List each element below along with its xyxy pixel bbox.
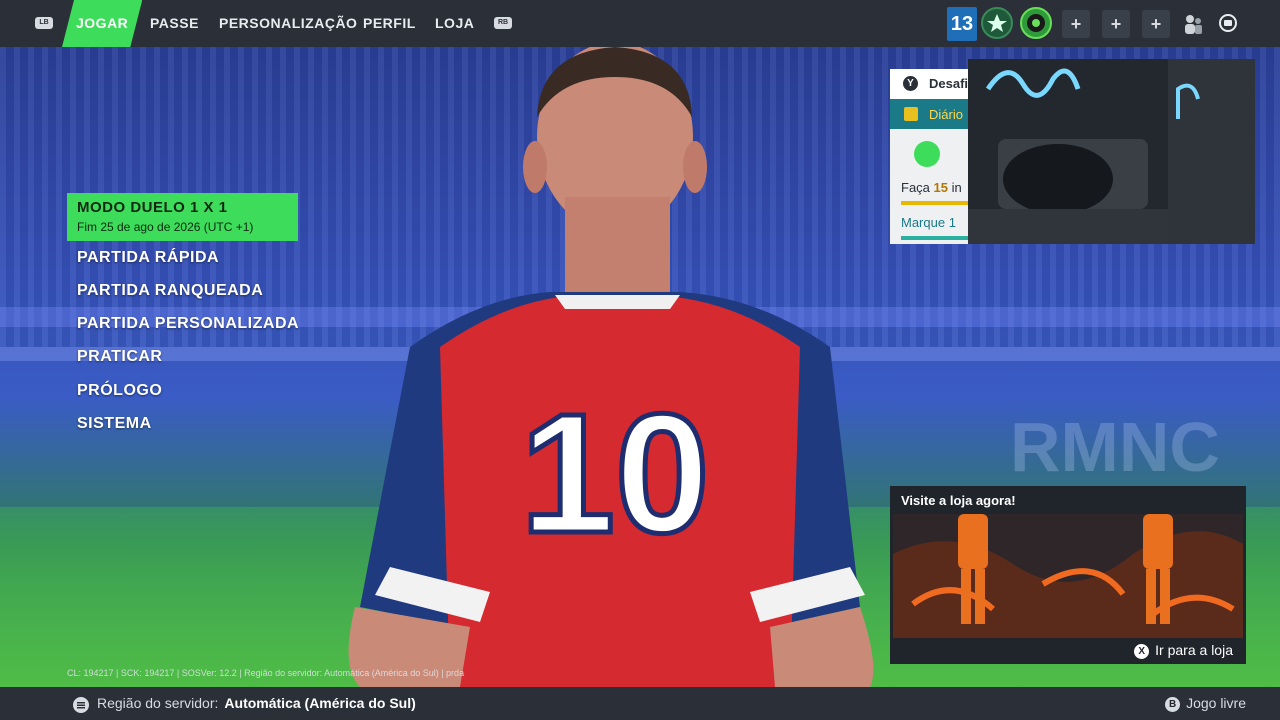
menu-button-icon[interactable] (73, 697, 89, 713)
tab-passe[interactable]: PASSE (150, 0, 199, 47)
task-1-text: Faça 15 in (901, 180, 962, 195)
go-to-shop-link[interactable]: X Ir para a loja (1134, 642, 1233, 659)
tab-loja[interactable]: LOJA (435, 0, 474, 47)
player-figure: 10 (348, 47, 874, 687)
task-2-progress (901, 236, 970, 240)
party-slot-3-button[interactable]: + (1142, 10, 1170, 38)
mode-title: MODO DUELO 1 X 1 (77, 199, 228, 216)
server-region[interactable]: Região do servidor: Automática (América d… (97, 695, 416, 711)
rb-button-icon[interactable]: RB (494, 17, 512, 29)
party-slot-1-button[interactable]: + (1062, 10, 1090, 38)
menu-item-prologo[interactable]: PRÓLOGO (77, 382, 162, 400)
x-button-icon: X (1134, 644, 1150, 659)
task-2-text: Marque 1 (901, 215, 956, 230)
shop-header: Visite a loja agora! (901, 493, 1016, 508)
challenge-panel[interactable]: Y Desafi Diário Faça 15 in Marque 1 (890, 69, 970, 244)
ball-reward-icon (914, 141, 940, 167)
jersey-number: 10 (520, 379, 709, 569)
tab-personalizacao[interactable]: PERSONALIZAÇÃO (219, 0, 357, 47)
wall-logo: RMNC (1010, 408, 1220, 486)
player-level-badge[interactable]: 13 (947, 7, 977, 41)
shop-promo-image (893, 514, 1243, 638)
lb-button-icon[interactable]: LB (35, 17, 53, 29)
friends-icon[interactable] (1182, 13, 1204, 40)
menu-item-modo-duelo[interactable]: MODO DUELO 1 X 1 Fim 25 de ago de 2026 (… (67, 193, 298, 241)
menu-item-partida-ranqueada[interactable]: PARTIDA RANQUEADA (77, 282, 263, 300)
rank-badge-icon[interactable] (981, 7, 1013, 39)
free-play-button[interactable]: B Jogo livre (1165, 695, 1246, 712)
challenge-title: Desafi (929, 76, 969, 91)
menu-item-praticar[interactable]: PRATICAR (77, 348, 162, 366)
tab-jogar[interactable]: JOGAR (62, 0, 142, 47)
chat-icon[interactable] (1218, 13, 1238, 38)
footer-bar: Região do servidor: Automática (América d… (0, 687, 1280, 720)
shop-promo-panel[interactable]: Visite a loja agora! X Ir para a loja (890, 486, 1246, 664)
top-navigation-bar: LB JOGAR PASSE PERSONALIZAÇÃO PERFIL LOJ… (0, 0, 1280, 47)
tab-perfil[interactable]: PERFIL (363, 0, 416, 47)
mode-end-date: Fim 25 de ago de 2026 (UTC +1) (77, 220, 254, 234)
menu-item-partida-personalizada[interactable]: PARTIDA PERSONALIZADA (77, 315, 299, 333)
y-button-icon: Y (903, 76, 918, 91)
calendar-icon (904, 107, 918, 121)
build-info-text: CL: 194217 | SCK: 194217 | SOSVer: 12.2 … (67, 668, 465, 678)
ball-badge-icon[interactable] (1020, 7, 1052, 39)
b-button-icon: B (1165, 697, 1181, 712)
tab-diario[interactable]: Diário (890, 99, 970, 129)
webcam-overlay (968, 59, 1255, 244)
task-1-progress (901, 201, 970, 205)
menu-item-partida-rapida[interactable]: PARTIDA RÁPIDA (77, 249, 219, 267)
party-slot-2-button[interactable]: + (1102, 10, 1130, 38)
menu-item-sistema[interactable]: SISTEMA (77, 415, 152, 433)
